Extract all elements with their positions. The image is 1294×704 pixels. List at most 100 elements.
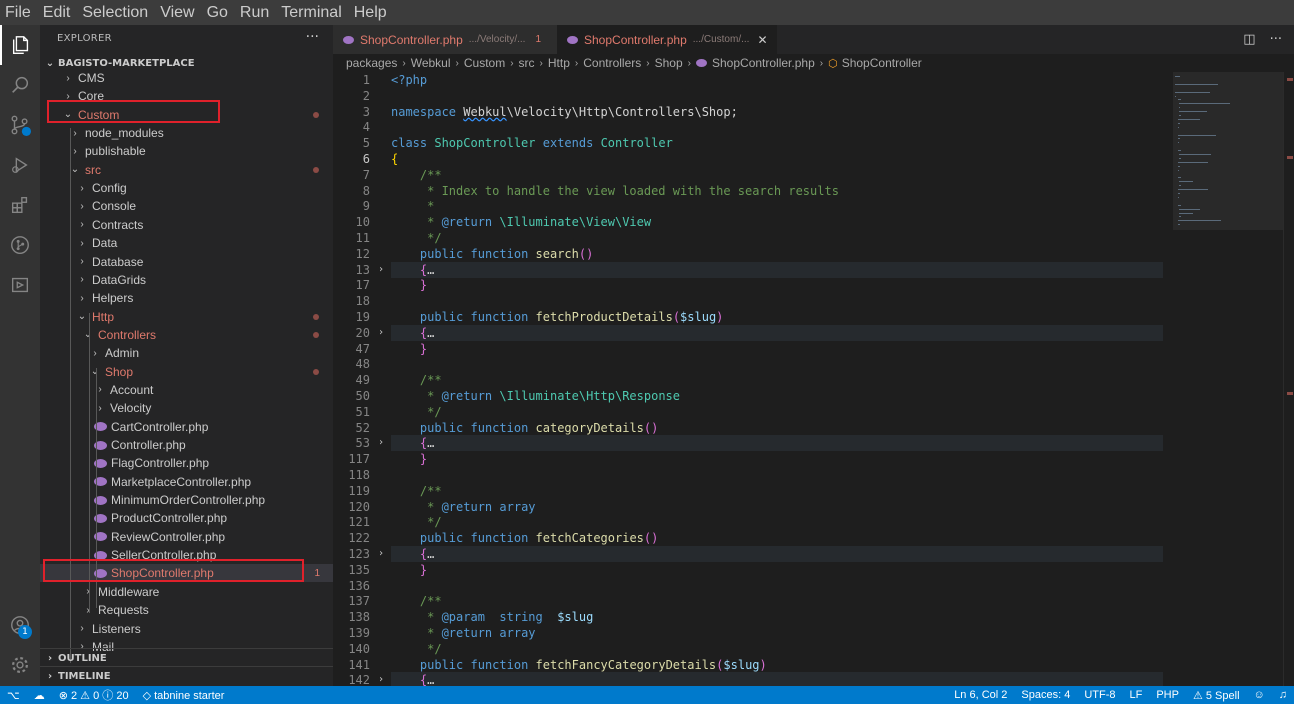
code-line[interactable]: 120 * @return array	[333, 499, 1173, 515]
code-line[interactable]: 51 */	[333, 404, 1173, 420]
gear-icon[interactable]	[0, 645, 40, 685]
tab-shopcontroller-custom[interactable]: ShopController.php .../Custom/... ✕	[557, 25, 777, 54]
breadcrumb-symbol[interactable]: ShopController	[842, 56, 922, 70]
code-line[interactable]: 48	[333, 356, 1173, 372]
tree-folder-helpers[interactable]: › Helpers	[40, 289, 333, 307]
tree-folder-listeners[interactable]: › Listeners	[40, 620, 333, 638]
code-line[interactable]: 118	[333, 467, 1173, 483]
close-icon[interactable]: ✕	[757, 33, 767, 47]
encoding[interactable]: UTF-8	[1077, 689, 1122, 701]
tree-folder-controllers[interactable]: ⌄ Controllers	[40, 326, 333, 344]
menu-help[interactable]: Help	[348, 0, 393, 25]
code-line[interactable]: › 142 {…	[333, 672, 1173, 686]
tree-folder-velocity[interactable]: › Velocity	[40, 399, 333, 417]
tree-folder-contracts[interactable]: › Contracts	[40, 216, 333, 234]
code-line[interactable]: 7 /**	[333, 167, 1173, 183]
remote-explorer-icon[interactable]	[0, 265, 40, 305]
tree-folder-datagrids[interactable]: › DataGrids	[40, 271, 333, 289]
code-line[interactable]: 11 */	[333, 230, 1173, 246]
account-icon[interactable]: 1	[0, 605, 40, 645]
code-line[interactable]: › 123 {…	[333, 546, 1173, 562]
tree-file-flagcontroller[interactable]: FlagController.php	[40, 454, 333, 472]
explorer-more-button[interactable]: ···	[306, 29, 319, 45]
tree-folder-publishable[interactable]: › publishable	[40, 142, 333, 160]
tree-folder-data[interactable]: › Data	[40, 234, 333, 252]
indentation[interactable]: Spaces: 4	[1014, 689, 1077, 701]
code-line[interactable]: 135 }	[333, 562, 1173, 578]
code-line[interactable]: 1 <?php	[333, 72, 1173, 88]
code-line[interactable]: 117 }	[333, 451, 1173, 467]
minimap[interactable]	[1173, 72, 1283, 686]
tree-folder-node_modules[interactable]: › node_modules	[40, 124, 333, 142]
menu-file[interactable]: File	[0, 0, 37, 25]
code-line[interactable]: 121 */	[333, 514, 1173, 530]
tree-folder-src[interactable]: ⌄ src	[40, 161, 333, 179]
code-line[interactable]: 122 public function fetchCategories()	[333, 530, 1173, 546]
language-mode[interactable]: PHP	[1149, 689, 1186, 701]
tab-shopcontroller-velocity[interactable]: ShopController.php .../Velocity/... 1	[333, 25, 557, 54]
tree-file-minimumordercontroller[interactable]: MinimumOrderController.php	[40, 491, 333, 509]
code-line[interactable]: 4	[333, 119, 1173, 135]
code-line[interactable]: 9 *	[333, 198, 1173, 214]
code-line[interactable]: 6{	[333, 151, 1173, 167]
editor-scrollbar[interactable]	[1283, 72, 1294, 686]
breadcrumb-part[interactable]: Webkul	[411, 56, 451, 70]
search-icon[interactable]	[0, 65, 40, 105]
tree-folder-requests[interactable]: › Requests	[40, 601, 333, 619]
code-line[interactable]: 141 public function fetchFancyCategoryDe…	[333, 657, 1173, 673]
split-editor-icon[interactable]: ◫	[1243, 32, 1255, 47]
code-line[interactable]: 138 * @param string $slug	[333, 609, 1173, 625]
code-line[interactable]: › 13 {…	[333, 261, 1173, 278]
tree-file-cartcontroller[interactable]: CartController.php	[40, 418, 333, 436]
code-line[interactable]: 3 namespace Webkul\Velocity\Http\Controll…	[333, 104, 1173, 120]
breadcrumb-part[interactable]: Shop	[655, 56, 683, 70]
tree-folder-config[interactable]: › Config	[40, 179, 333, 197]
tree-folder-database[interactable]: › Database	[40, 253, 333, 271]
code-line[interactable]: 49 /**	[333, 372, 1173, 388]
code-line[interactable]: 17 }	[333, 277, 1173, 293]
git-graph-icon[interactable]	[0, 225, 40, 265]
code-line[interactable]: 8 * Index to handle the view loaded with…	[333, 183, 1173, 199]
more-actions-icon[interactable]: ···	[1270, 32, 1282, 47]
fold-chevron-icon[interactable]: ›	[378, 672, 384, 686]
sync-icon[interactable]: ☁	[27, 689, 52, 702]
end-of-line[interactable]: LF	[1122, 689, 1149, 701]
tree-file-marketplacecontroller[interactable]: MarketplaceController.php	[40, 473, 333, 491]
problems-indicator[interactable]: ⊗ 2 ⚠ 0 ⓘ 20	[52, 687, 136, 703]
code-line[interactable]: 140 */	[333, 641, 1173, 657]
code-line[interactable]: 10 * @return \Illuminate\View\View	[333, 214, 1173, 230]
run-debug-icon[interactable]	[0, 145, 40, 185]
code-line[interactable]: › 20 {…	[333, 324, 1173, 341]
tree-folder-shop[interactable]: ⌄ Shop	[40, 363, 333, 381]
tree-folder-middleware[interactable]: › Middleware	[40, 583, 333, 601]
fold-chevron-icon[interactable]: ›	[378, 435, 384, 451]
breadcrumb-part[interactable]: Http	[548, 56, 570, 70]
tree-folder-cms[interactable]: › CMS	[40, 69, 333, 87]
code-line[interactable]: 50 * @return \Illuminate\Http\Response	[333, 388, 1173, 404]
code-editor[interactable]: 1 <?php 2 3 namespace Webkul\Velocity\Http\C…	[333, 72, 1173, 686]
tree-file-productcontroller[interactable]: ProductController.php	[40, 509, 333, 527]
source-control-icon[interactable]	[0, 105, 40, 145]
tree-folder-console[interactable]: › Console	[40, 197, 333, 215]
breadcrumb-part[interactable]: Controllers	[583, 56, 641, 70]
minimap-viewport[interactable]	[1173, 72, 1283, 230]
extensions-icon[interactable]	[0, 185, 40, 225]
breadcrumb-file[interactable]: ShopController.php	[712, 56, 815, 70]
tabnine-status[interactable]: ◇ tabnine starter	[136, 689, 232, 702]
tree-file-controller[interactable]: Controller.php	[40, 436, 333, 454]
outline-section[interactable]: › OUTLINE	[40, 648, 333, 668]
fold-chevron-icon[interactable]: ›	[378, 325, 384, 341]
timeline-section[interactable]: › TIMELINE	[40, 666, 333, 686]
code-line[interactable]: 139 * @return array	[333, 625, 1173, 641]
tree-folder-http[interactable]: ⌄ Http	[40, 308, 333, 326]
code-line[interactable]: 52 public function categoryDetails()	[333, 420, 1173, 436]
breadcrumb-part[interactable]: src	[519, 56, 535, 70]
menu-terminal[interactable]: Terminal	[275, 0, 347, 25]
code-line[interactable]: 5 class ShopController extends Controller	[333, 135, 1173, 151]
notifications-icon[interactable]: ♫	[1272, 689, 1294, 701]
code-line[interactable]: 137 /**	[333, 593, 1173, 609]
code-line[interactable]: 119 /**	[333, 483, 1173, 499]
code-line[interactable]: 2	[333, 88, 1173, 104]
menu-view[interactable]: View	[154, 0, 200, 25]
menu-selection[interactable]: Selection	[76, 0, 154, 25]
